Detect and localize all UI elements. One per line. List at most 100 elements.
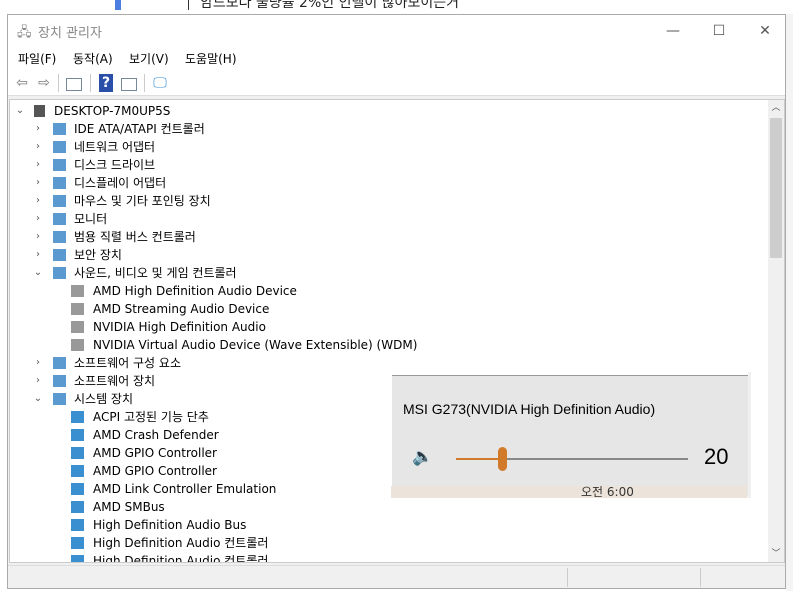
status-pane — [567, 568, 568, 587]
device-manager-window: 🖧 장치 관리자 — ☐ ✕ 파일(F) 동작(A) 보기(V) 도움말(H) … — [7, 14, 786, 589]
tree-item-label: High Definition Audio Bus — [93, 518, 247, 532]
chevron-right-icon[interactable]: › — [32, 372, 44, 390]
volume-slider[interactable] — [456, 447, 688, 471]
tree-item-label: 시스템 장치 — [74, 392, 134, 406]
maximize-button[interactable]: ☐ — [696, 19, 742, 43]
vertical-scrollbar[interactable]: ︿ ﹀ — [768, 100, 784, 562]
computer-icon — [34, 105, 45, 117]
tree-item-label: AMD High Definition Audio Device — [93, 284, 297, 298]
toolbar-separator — [90, 74, 91, 92]
chevron-right-icon[interactable]: › — [32, 192, 44, 210]
chevron-down-icon[interactable]: ⌄ — [32, 264, 44, 282]
menu-file[interactable]: 파일(F) — [18, 50, 56, 67]
title-bar[interactable]: 🖧 장치 관리자 — ☐ ✕ — [8, 15, 785, 46]
device-category-icon — [71, 465, 84, 477]
scan-hardware-icon[interactable]: 🖵 — [151, 74, 169, 92]
device-category-icon — [71, 447, 84, 459]
device-category-icon — [53, 123, 66, 135]
device-category-icon — [71, 519, 84, 531]
tree-item-label: 범용 직렬 버스 컨트롤러 — [74, 230, 196, 244]
volume-slider-fill — [456, 458, 503, 460]
menu-action[interactable]: 동작(A) — [73, 50, 113, 67]
tree-item-label: AMD Crash Defender — [93, 428, 219, 442]
audio-device-name[interactable]: MSI G273(NVIDIA High Definition Audio) — [403, 401, 655, 417]
chevron-right-icon[interactable]: › — [32, 246, 44, 264]
chevron-right-icon[interactable]: › — [32, 174, 44, 192]
clock-text: 오전 6:00 — [581, 486, 634, 498]
window-title: 장치 관리자 — [38, 26, 102, 41]
tree-item-label: 모니터 — [74, 212, 108, 226]
tree-item-label: 보안 장치 — [74, 248, 122, 262]
device-category-icon — [53, 195, 66, 207]
device-category-icon — [53, 159, 66, 171]
chevron-right-icon[interactable]: › — [32, 210, 44, 228]
computer-name: DESKTOP-7M0UP5S — [54, 104, 171, 118]
chevron-right-icon[interactable]: › — [32, 120, 44, 138]
tree-item-label: 디스크 드라이브 — [74, 158, 156, 172]
device-category-icon — [53, 267, 66, 279]
toolbar-separator — [144, 74, 145, 92]
device-category-icon — [53, 141, 66, 153]
volume-slider-thumb[interactable] — [498, 447, 508, 471]
device-manager-icon: 🖧 — [17, 25, 32, 40]
properties-pane-icon[interactable] — [66, 78, 82, 91]
update-driver-icon[interactable] — [121, 78, 137, 91]
device-category-icon — [71, 501, 84, 513]
chevron-down-icon[interactable]: ⌄ — [14, 102, 26, 120]
tree-item-label: High Definition Audio 컨트롤러 — [93, 536, 269, 550]
device-category-icon — [53, 213, 66, 225]
chevron-right-icon[interactable]: › — [32, 138, 44, 156]
status-bar — [8, 565, 785, 588]
tree-item-label: AMD Link Controller Emulation — [93, 482, 277, 496]
volume-value: 20 — [704, 444, 729, 469]
menu-view[interactable]: 보기(V) — [129, 50, 169, 67]
device-category-icon — [71, 411, 84, 423]
device-category-icon — [53, 231, 66, 243]
device-category-icon — [53, 357, 66, 369]
scrollbar-thumb[interactable] — [770, 118, 782, 258]
scroll-up-button[interactable]: ︿ — [768, 100, 784, 116]
minimize-button[interactable]: — — [650, 19, 696, 43]
toolbar: ⇦ ⇨ ? 🖵 — [8, 70, 785, 96]
device-category-icon — [53, 375, 66, 387]
tree-item-label: IDE ATA/ATAPI 컨트롤러 — [74, 122, 205, 136]
background-window: 암드보다 불량률 2%인 인텔이 많아보이는거 — [0, 0, 793, 14]
tree-item-label: 디스플레이 어댑터 — [74, 176, 167, 190]
tree-item-label: 사운드, 비디오 및 게임 컨트롤러 — [74, 266, 237, 280]
chevron-right-icon[interactable]: › — [32, 156, 44, 174]
tree-item-label: 네트워크 어댑터 — [74, 140, 156, 154]
tree-item-label: AMD GPIO Controller — [93, 464, 217, 478]
device-category-icon — [53, 177, 66, 189]
chevron-right-icon[interactable]: › — [32, 354, 44, 372]
chevron-right-icon[interactable]: › — [32, 228, 44, 246]
device-category-icon — [71, 429, 84, 441]
status-pane — [700, 568, 701, 587]
background-bar — [115, 0, 121, 10]
tree-item-label: AMD Streaming Audio Device — [93, 302, 270, 316]
menu-help[interactable]: 도움말(H) — [185, 50, 237, 67]
background-window-edge — [786, 14, 793, 591]
close-button[interactable]: ✕ — [742, 19, 788, 43]
tree-item-label: High Definition Audio 컨트롤러 — [93, 554, 269, 563]
menu-bar: 파일(F) 동작(A) 보기(V) 도움말(H) — [8, 46, 785, 70]
background-text: 암드보다 불량률 2%인 인텔이 많아보이는거 — [200, 0, 459, 11]
speaker-device-icon — [71, 321, 84, 333]
taskbar-strip: 오전 6:00 — [391, 486, 747, 498]
tree-item-label: NVIDIA Virtual Audio Device (Wave Extens… — [93, 338, 418, 352]
background-divider — [188, 0, 189, 10]
tree-item-label: AMD SMBus — [93, 500, 165, 514]
tree-item-label: NVIDIA High Definition Audio — [93, 320, 266, 334]
back-arrow-icon[interactable]: ⇦ — [13, 74, 31, 92]
device-category-icon — [53, 249, 66, 261]
chevron-down-icon[interactable]: ⌄ — [32, 390, 44, 408]
speaker-icon[interactable]: 🔈 — [412, 447, 433, 467]
forward-arrow-icon[interactable]: ⇨ — [35, 74, 53, 92]
tree-item-label: 소프트웨어 구성 요소 — [74, 356, 181, 370]
help-icon[interactable]: ? — [99, 74, 113, 92]
device-category-icon — [71, 483, 84, 495]
tree-item-label: AMD GPIO Controller — [93, 446, 217, 460]
device-category-icon — [71, 537, 84, 549]
volume-flyout: MSI G273(NVIDIA High Definition Audio) 🔈… — [391, 372, 751, 498]
scroll-down-button[interactable]: ﹀ — [768, 546, 784, 562]
tree-item-label: 마우스 및 기타 포인팅 장치 — [74, 194, 211, 208]
